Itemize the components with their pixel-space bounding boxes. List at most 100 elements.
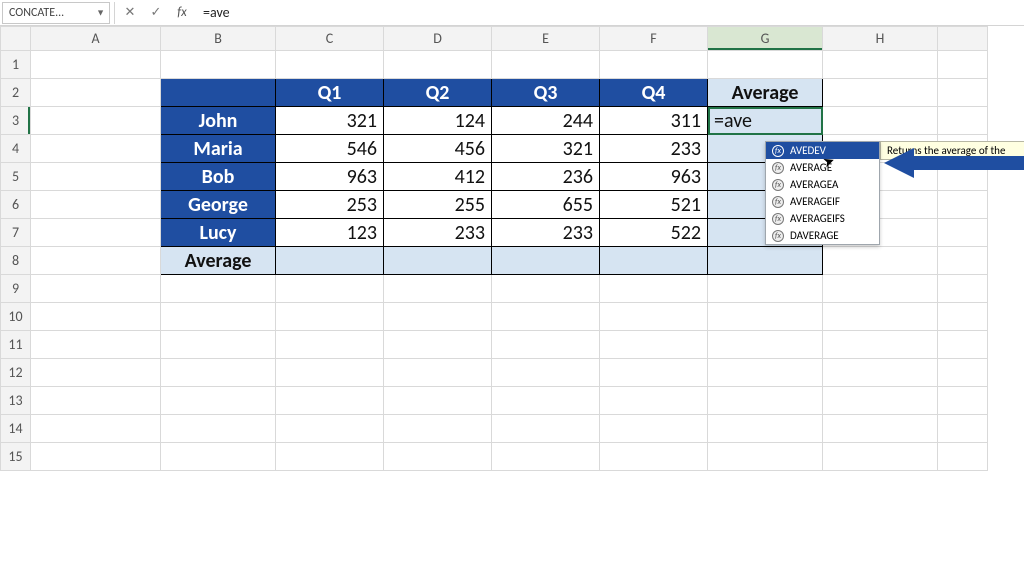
- fx-icon[interactable]: fx: [171, 5, 193, 20]
- cell[interactable]: [161, 331, 276, 359]
- autocomplete-item[interactable]: fxAVERAGEIF: [766, 193, 879, 210]
- cell[interactable]: [384, 387, 492, 415]
- cell[interactable]: [492, 359, 600, 387]
- cell[interactable]: [31, 275, 161, 303]
- cell[interactable]: [31, 79, 161, 107]
- cell[interactable]: [384, 303, 492, 331]
- row-header-5[interactable]: 5: [1, 163, 31, 191]
- cell[interactable]: [600, 51, 708, 79]
- row-header-6[interactable]: 6: [1, 191, 31, 219]
- cell[interactable]: [31, 331, 161, 359]
- cell[interactable]: [938, 331, 988, 359]
- cell[interactable]: [600, 331, 708, 359]
- cell[interactable]: [938, 415, 988, 443]
- cell[interactable]: [708, 443, 823, 471]
- cell[interactable]: [600, 359, 708, 387]
- cell[interactable]: [708, 303, 823, 331]
- cell[interactable]: [823, 415, 938, 443]
- cell[interactable]: [600, 275, 708, 303]
- cell[interactable]: [708, 331, 823, 359]
- row-header-15[interactable]: 15: [1, 443, 31, 471]
- cell[interactable]: 522: [600, 219, 708, 247]
- cell[interactable]: [384, 247, 492, 275]
- cell[interactable]: [823, 51, 938, 79]
- cell[interactable]: 311: [600, 107, 708, 135]
- cell[interactable]: Maria: [161, 135, 276, 163]
- cell[interactable]: [823, 331, 938, 359]
- row-header-9[interactable]: 9: [1, 275, 31, 303]
- cell[interactable]: 233: [492, 219, 600, 247]
- cell[interactable]: 253: [276, 191, 384, 219]
- col-header-C[interactable]: C: [276, 27, 384, 51]
- cell[interactable]: [31, 191, 161, 219]
- select-all-corner[interactable]: [1, 27, 31, 51]
- cell[interactable]: [938, 443, 988, 471]
- cell[interactable]: [31, 359, 161, 387]
- cell[interactable]: [384, 331, 492, 359]
- cell[interactable]: [492, 387, 600, 415]
- row-header-4[interactable]: 4: [1, 135, 31, 163]
- cell[interactable]: [31, 107, 161, 135]
- cell[interactable]: [276, 275, 384, 303]
- cell[interactable]: 123: [276, 219, 384, 247]
- cell[interactable]: [31, 303, 161, 331]
- cell[interactable]: [708, 247, 823, 275]
- row-header-3[interactable]: 3: [1, 107, 31, 135]
- cell[interactable]: [938, 51, 988, 79]
- cell[interactable]: [31, 415, 161, 443]
- cell[interactable]: [492, 331, 600, 359]
- cell[interactable]: [384, 415, 492, 443]
- cell[interactable]: 963: [276, 163, 384, 191]
- cell[interactable]: Bob: [161, 163, 276, 191]
- cell[interactable]: [823, 443, 938, 471]
- name-box[interactable]: CONCATE... ▼: [2, 2, 110, 24]
- row-header-14[interactable]: 14: [1, 415, 31, 443]
- cell[interactable]: [823, 275, 938, 303]
- cell[interactable]: [31, 135, 161, 163]
- cell[interactable]: [708, 275, 823, 303]
- cell[interactable]: [161, 415, 276, 443]
- cancel-formula-button[interactable]: ✕: [119, 2, 141, 24]
- cell[interactable]: [938, 107, 988, 135]
- cell[interactable]: [161, 275, 276, 303]
- cell[interactable]: [823, 247, 938, 275]
- col-header-extra[interactable]: [938, 27, 988, 51]
- cell[interactable]: [31, 387, 161, 415]
- cell[interactable]: [31, 443, 161, 471]
- cell[interactable]: [600, 247, 708, 275]
- cell[interactable]: [708, 51, 823, 79]
- cell[interactable]: [384, 359, 492, 387]
- cell[interactable]: [161, 359, 276, 387]
- row-header-11[interactable]: 11: [1, 331, 31, 359]
- cell[interactable]: [938, 247, 988, 275]
- cell[interactable]: [938, 387, 988, 415]
- cell[interactable]: [276, 387, 384, 415]
- cell[interactable]: [276, 443, 384, 471]
- cell[interactable]: [600, 443, 708, 471]
- row-header-10[interactable]: 10: [1, 303, 31, 331]
- cell[interactable]: [492, 275, 600, 303]
- cell[interactable]: [938, 303, 988, 331]
- cell[interactable]: [600, 387, 708, 415]
- cell[interactable]: Q2: [384, 79, 492, 107]
- cell[interactable]: 546: [276, 135, 384, 163]
- cell[interactable]: 456: [384, 135, 492, 163]
- cell[interactable]: [276, 415, 384, 443]
- cell[interactable]: [161, 387, 276, 415]
- cell[interactable]: 521: [600, 191, 708, 219]
- cell[interactable]: Lucy: [161, 219, 276, 247]
- cell[interactable]: George: [161, 191, 276, 219]
- cell[interactable]: =ave: [708, 107, 823, 135]
- col-header-F[interactable]: F: [600, 27, 708, 51]
- cell[interactable]: [161, 51, 276, 79]
- cell[interactable]: 233: [384, 219, 492, 247]
- cell[interactable]: Q3: [492, 79, 600, 107]
- col-header-A[interactable]: A: [31, 27, 161, 51]
- cell[interactable]: [708, 387, 823, 415]
- cell[interactable]: [938, 219, 988, 247]
- cell[interactable]: [31, 163, 161, 191]
- cell[interactable]: [161, 443, 276, 471]
- cell[interactable]: John: [161, 107, 276, 135]
- cell[interactable]: Q1: [276, 79, 384, 107]
- cell[interactable]: [823, 79, 938, 107]
